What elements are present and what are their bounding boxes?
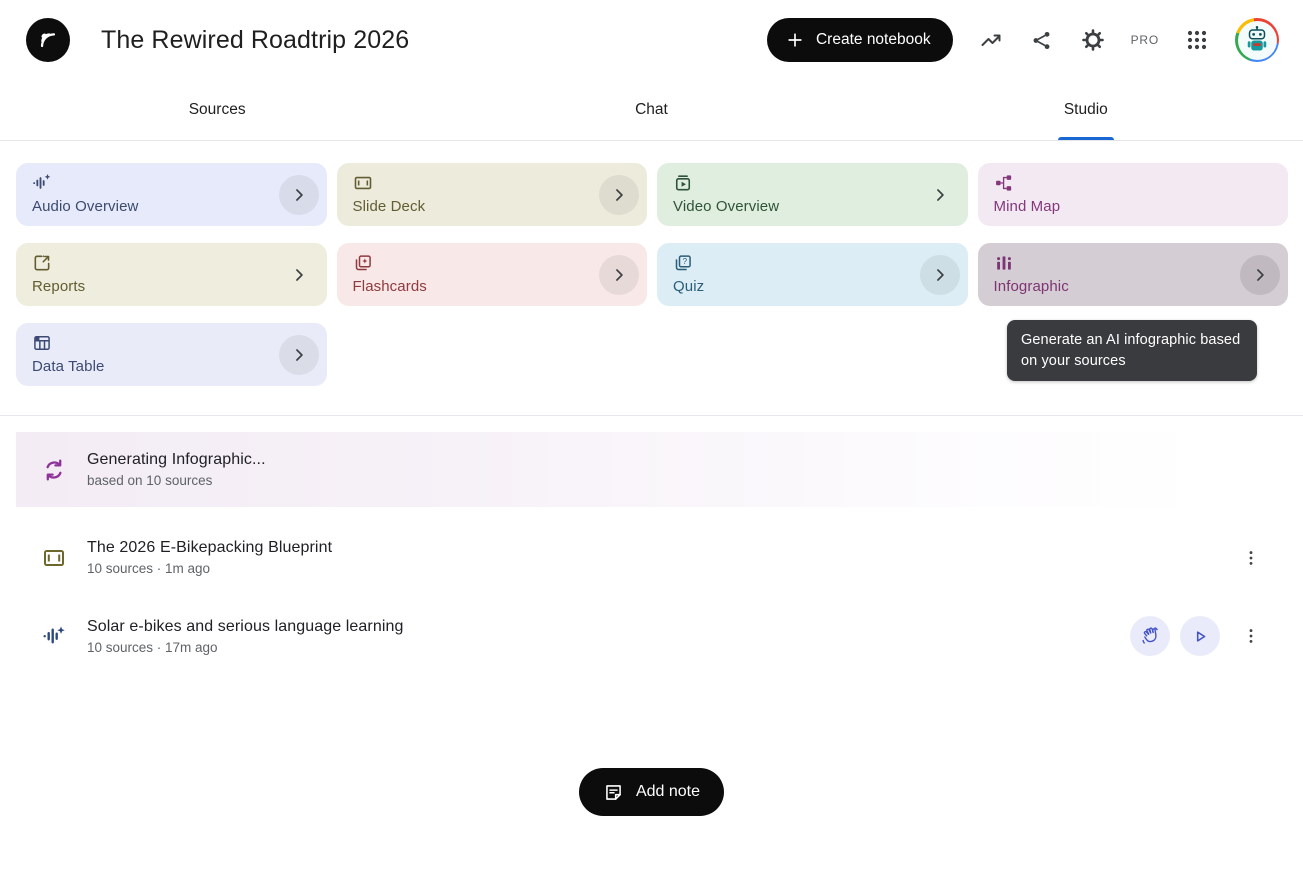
chevron-right-icon[interactable] [279,175,319,215]
apps-grid-icon[interactable] [1184,27,1210,53]
active-tab-underline [1058,137,1114,140]
data-table-icon [32,333,52,353]
svg-text:?: ? [683,257,688,266]
card-label: Reports [32,278,311,295]
slide-deck-icon [42,546,66,570]
add-note-label: Add note [636,783,700,801]
output-subtitle: based on 10 sources [87,473,266,488]
notebooklm-logo-icon[interactable] [26,18,70,62]
create-notebook-label: Create notebook [816,31,931,49]
audio-waveform-sparkle-icon [42,624,66,648]
quiz-icon: ? [673,253,693,273]
plus-icon [785,30,805,50]
card-label: Flashcards [353,278,632,295]
play-button[interactable] [1180,616,1220,656]
analytics-trending-icon[interactable] [978,27,1004,53]
card-label: Quiz [673,278,952,295]
output-title: Generating Infographic... [87,451,266,469]
tab-chat-label: Chat [635,101,668,119]
flashcards-icon [353,253,373,273]
tab-bar: Sources Chat Studio [0,80,1303,141]
play-icon [1190,626,1211,647]
slide-deck-icon [353,173,373,193]
user-avatar[interactable] [1235,18,1279,62]
output-title: The 2026 E-Bikepacking Blueprint [87,539,332,557]
audio-waveform-sparkle-icon [32,173,52,193]
tab-sources-label: Sources [189,101,246,119]
card-audio-overview[interactable]: Audio Overview [16,163,327,226]
output-subtitle: 10 sources · 1m ago [87,561,332,576]
pro-badge: PRO [1131,33,1159,47]
interactive-mode-button[interactable] [1130,616,1170,656]
header-actions: Create notebook [767,18,1279,62]
card-video-overview[interactable]: Video Overview [657,163,968,226]
avatar-robot-image [1238,21,1277,60]
sync-progress-icon [42,458,66,482]
card-slide-deck[interactable]: Slide Deck [337,163,648,226]
chevron-right-icon[interactable] [279,255,319,295]
card-quiz[interactable]: ? Quiz [657,243,968,306]
tab-studio-label: Studio [1064,101,1108,119]
add-note-container: Add note [0,768,1303,816]
reports-icon [32,253,52,273]
card-infographic[interactable]: Infographic [978,243,1289,306]
more-menu-icon[interactable] [1239,546,1263,570]
video-overview-icon [673,173,693,193]
infographic-icon [994,253,1014,273]
settings-gear-icon[interactable] [1080,27,1106,53]
card-label: Audio Overview [32,198,311,215]
waving-hand-icon [1140,626,1161,647]
card-mind-map[interactable]: Mind Map [978,163,1289,226]
more-menu-icon[interactable] [1239,624,1263,648]
output-row-slide-deck[interactable]: The 2026 E-Bikepacking Blueprint 10 sour… [16,539,1263,576]
studio-tools-section: Audio Overview Slide Deck [0,141,1303,415]
share-icon[interactable] [1029,27,1055,53]
chevron-right-icon[interactable] [920,175,960,215]
app-header: The Rewired Roadtrip 2026 Create noteboo… [0,0,1303,80]
output-row-audio-overview[interactable]: Solar e-bikes and serious language learn… [16,616,1263,656]
chevron-right-icon[interactable] [920,255,960,295]
card-flashcards[interactable]: Flashcards [337,243,648,306]
studio-outputs-list: Generating Infographic... based on 10 so… [0,416,1303,656]
infographic-tooltip: Generate an AI infographic based on your… [1007,320,1257,381]
mind-map-icon [994,173,1014,193]
card-label: Slide Deck [353,198,632,215]
output-subtitle: 10 sources · 17m ago [87,640,404,655]
tab-studio[interactable]: Studio [869,80,1303,140]
card-label: Data Table [32,358,311,375]
note-icon [603,782,624,803]
create-notebook-button[interactable]: Create notebook [767,18,953,62]
output-row-generating[interactable]: Generating Infographic... based on 10 so… [16,432,1240,507]
notebook-title[interactable]: The Rewired Roadtrip 2026 [101,26,409,55]
tab-sources[interactable]: Sources [0,80,434,140]
chevron-right-icon[interactable] [599,255,639,295]
card-label: Video Overview [673,198,952,215]
tab-chat[interactable]: Chat [434,80,868,140]
card-data-table[interactable]: Data Table [16,323,327,386]
card-label: Mind Map [994,198,1273,215]
card-reports[interactable]: Reports [16,243,327,306]
chevron-right-icon[interactable] [279,335,319,375]
chevron-right-icon[interactable] [599,175,639,215]
add-note-button[interactable]: Add note [579,768,724,816]
output-title: Solar e-bikes and serious language learn… [87,618,404,636]
chevron-right-icon[interactable] [1240,255,1280,295]
card-label: Infographic [994,278,1273,295]
